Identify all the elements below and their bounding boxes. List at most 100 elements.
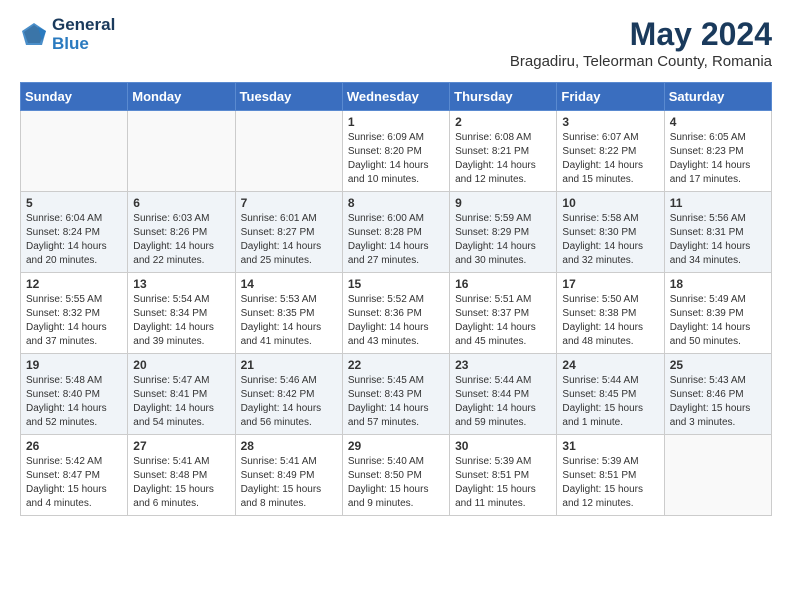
calendar-week-row: 1 Sunrise: 6:09 AMSunset: 8:20 PMDaylight… [21, 111, 772, 192]
calendar-cell: 14 Sunrise: 5:53 AMSunset: 8:35 PMDayligh… [235, 273, 342, 354]
calendar-cell: 22 Sunrise: 5:45 AMSunset: 8:43 PMDayligh… [342, 354, 449, 435]
day-info: Sunrise: 5:53 AMSunset: 8:35 PMDaylight:… [241, 293, 337, 349]
calendar-header-tuesday: Tuesday [235, 83, 342, 111]
calendar-cell: 23Sunrise: 5:44 AMSunset: 8:44 PMDayligh… [450, 354, 557, 435]
calendar-cell: 12 Sunrise: 5:55 AMSunset: 8:32 PMDayligh… [21, 273, 128, 354]
calendar-cell: 3 Sunrise: 6:07 AMSunset: 8:22 PMDaylight… [557, 111, 664, 192]
day-info: Sunrise: 6:07 AMSunset: 8:22 PMDaylight:… [562, 131, 658, 187]
calendar-week-row: 12 Sunrise: 5:55 AMSunset: 8:32 PMDayligh… [21, 273, 772, 354]
day-info: Sunrise: 5:52 AMSunset: 8:36 PMDaylight:… [348, 293, 444, 349]
day-number: 25 [670, 358, 766, 372]
day-number: 11 [670, 196, 766, 210]
day-info: Sunrise: 6:09 AMSunset: 8:20 PMDaylight:… [348, 131, 444, 187]
calendar-cell: 13Sunrise: 5:54 AMSunset: 8:34 PMDayligh… [128, 273, 235, 354]
day-info: Sunrise: 5:41 AMSunset: 8:48 PMDaylight:… [133, 455, 229, 511]
calendar-week-row: 26Sunrise: 5:42 AMSunset: 8:47 PMDayligh… [21, 435, 772, 516]
day-info: Sunrise: 5:46 AMSunset: 8:42 PMDaylight:… [241, 374, 337, 430]
day-number: 26 [26, 439, 122, 453]
calendar-cell: 15 Sunrise: 5:52 AMSunset: 8:36 PMDayligh… [342, 273, 449, 354]
calendar-header-sunday: Sunday [21, 83, 128, 111]
calendar-cell: 25 Sunrise: 5:43 AMSunset: 8:46 PMDayligh… [664, 354, 771, 435]
calendar-cell: 24Sunrise: 5:44 AMSunset: 8:45 PMDayligh… [557, 354, 664, 435]
calendar-cell: 19Sunrise: 5:48 AMSunset: 8:40 PMDayligh… [21, 354, 128, 435]
day-info: Sunrise: 5:50 AMSunset: 8:38 PMDaylight:… [562, 293, 658, 349]
calendar-header-friday: Friday [557, 83, 664, 111]
day-info: Sunrise: 5:49 AMSunset: 8:39 PMDaylight:… [670, 293, 766, 349]
logo: General Blue [20, 16, 115, 53]
day-number: 2 [455, 115, 551, 129]
day-info: Sunrise: 5:58 AMSunset: 8:30 PMDaylight:… [562, 212, 658, 268]
calendar-table: SundayMondayTuesdayWednesdayThursdayFrid… [20, 82, 772, 516]
day-info: Sunrise: 5:43 AMSunset: 8:46 PMDaylight:… [670, 374, 766, 430]
calendar-cell: 27 Sunrise: 5:41 AMSunset: 8:48 PMDayligh… [128, 435, 235, 516]
day-info: Sunrise: 5:51 AMSunset: 8:37 PMDaylight:… [455, 293, 551, 349]
calendar-week-row: 5Sunrise: 6:04 AMSunset: 8:24 PMDaylight… [21, 192, 772, 273]
day-info: Sunrise: 5:55 AMSunset: 8:32 PMDaylight:… [26, 293, 122, 349]
day-info: Sunrise: 6:01 AMSunset: 8:27 PMDaylight:… [241, 212, 337, 268]
day-number: 13 [133, 277, 229, 291]
day-info: Sunrise: 6:03 AMSunset: 8:26 PMDaylight:… [133, 212, 229, 268]
calendar-cell: 9 Sunrise: 5:59 AMSunset: 8:29 PMDaylight… [450, 192, 557, 273]
day-number: 8 [348, 196, 444, 210]
day-number: 16 [455, 277, 551, 291]
day-info: Sunrise: 5:40 AMSunset: 8:50 PMDaylight:… [348, 455, 444, 511]
calendar-cell: 18 Sunrise: 5:49 AMSunset: 8:39 PMDayligh… [664, 273, 771, 354]
calendar-cell: 21 Sunrise: 5:46 AMSunset: 8:42 PMDayligh… [235, 354, 342, 435]
calendar-cell [664, 435, 771, 516]
calendar-cell: 16 Sunrise: 5:51 AMSunset: 8:37 PMDayligh… [450, 273, 557, 354]
day-number: 28 [241, 439, 337, 453]
day-number: 29 [348, 439, 444, 453]
day-number: 27 [133, 439, 229, 453]
day-number: 21 [241, 358, 337, 372]
day-number: 20 [133, 358, 229, 372]
calendar-cell: 8Sunrise: 6:00 AMSunset: 8:28 PMDaylight… [342, 192, 449, 273]
location-subtitle: Bragadiru, Teleorman County, Romania [510, 53, 772, 70]
day-number: 6 [133, 196, 229, 210]
calendar-cell: 26Sunrise: 5:42 AMSunset: 8:47 PMDayligh… [21, 435, 128, 516]
logo-icon [20, 21, 48, 49]
calendar-cell: 6 Sunrise: 6:03 AMSunset: 8:26 PMDaylight… [128, 192, 235, 273]
day-info: Sunrise: 6:08 AMSunset: 8:21 PMDaylight:… [455, 131, 551, 187]
day-number: 22 [348, 358, 444, 372]
day-number: 9 [455, 196, 551, 210]
calendar-cell: 2 Sunrise: 6:08 AMSunset: 8:21 PMDaylight… [450, 111, 557, 192]
calendar-cell [21, 111, 128, 192]
day-number: 30 [455, 439, 551, 453]
calendar-header-saturday: Saturday [664, 83, 771, 111]
title-section: May 2024 Bragadiru, Teleorman County, Ro… [510, 16, 772, 70]
calendar-cell: 29 Sunrise: 5:40 AMSunset: 8:50 PMDayligh… [342, 435, 449, 516]
day-info: Sunrise: 5:39 AMSunset: 8:51 PMDaylight:… [455, 455, 551, 511]
day-info: Sunrise: 5:56 AMSunset: 8:31 PMDaylight:… [670, 212, 766, 268]
day-number: 18 [670, 277, 766, 291]
day-number: 31 [562, 439, 658, 453]
day-info: Sunrise: 5:59 AMSunset: 8:29 PMDaylight:… [455, 212, 551, 268]
page-header: General Blue May 2024 Bragadiru, Teleorm… [20, 16, 772, 70]
calendar-week-row: 19Sunrise: 5:48 AMSunset: 8:40 PMDayligh… [21, 354, 772, 435]
day-number: 12 [26, 277, 122, 291]
day-number: 24 [562, 358, 658, 372]
calendar-cell: 1 Sunrise: 6:09 AMSunset: 8:20 PMDaylight… [342, 111, 449, 192]
day-number: 3 [562, 115, 658, 129]
logo-blue: Blue [52, 35, 115, 54]
calendar-cell [235, 111, 342, 192]
calendar-cell: 7 Sunrise: 6:01 AMSunset: 8:27 PMDaylight… [235, 192, 342, 273]
calendar-cell: 10Sunrise: 5:58 AMSunset: 8:30 PMDayligh… [557, 192, 664, 273]
calendar-header-monday: Monday [128, 83, 235, 111]
day-info: Sunrise: 5:47 AMSunset: 8:41 PMDaylight:… [133, 374, 229, 430]
day-number: 14 [241, 277, 337, 291]
day-number: 5 [26, 196, 122, 210]
calendar-header-thursday: Thursday [450, 83, 557, 111]
day-number: 7 [241, 196, 337, 210]
logo-name: General Blue [20, 16, 115, 53]
day-number: 19 [26, 358, 122, 372]
day-info: Sunrise: 6:05 AMSunset: 8:23 PMDaylight:… [670, 131, 766, 187]
day-info: Sunrise: 5:41 AMSunset: 8:49 PMDaylight:… [241, 455, 337, 511]
calendar-cell: 17Sunrise: 5:50 AMSunset: 8:38 PMDayligh… [557, 273, 664, 354]
month-title: May 2024 [510, 16, 772, 53]
day-info: Sunrise: 5:39 AMSunset: 8:51 PMDaylight:… [562, 455, 658, 511]
calendar-cell: 30 Sunrise: 5:39 AMSunset: 8:51 PMDayligh… [450, 435, 557, 516]
day-number: 15 [348, 277, 444, 291]
day-number: 1 [348, 115, 444, 129]
day-info: Sunrise: 5:45 AMSunset: 8:43 PMDaylight:… [348, 374, 444, 430]
calendar-cell: 28 Sunrise: 5:41 AMSunset: 8:49 PMDayligh… [235, 435, 342, 516]
